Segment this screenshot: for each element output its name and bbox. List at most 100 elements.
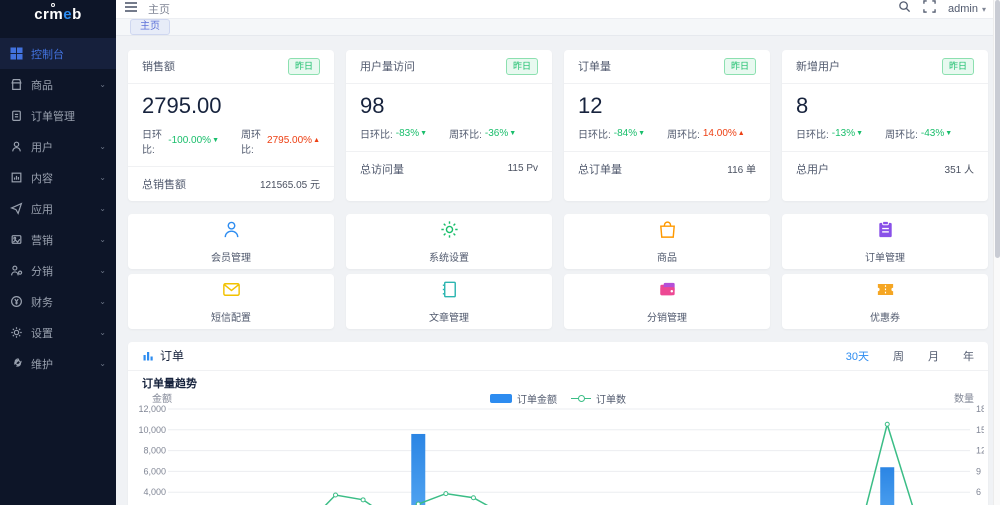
yesterday-badge: 昨日: [287, 58, 320, 75]
svg-text:6: 6: [976, 487, 981, 497]
fullscreen-icon[interactable]: [923, 0, 936, 18]
trend-arrow-icon: ▼: [212, 137, 219, 145]
article-book-icon: [439, 279, 460, 305]
shortcut-member-management[interactable]: 会员管理: [128, 213, 334, 269]
shortcut-system-settings[interactable]: 系统设置: [346, 213, 552, 269]
stat-foot-label: 总订单量: [578, 163, 622, 176]
sidebar-item-distribution[interactable]: 分销 ⌄: [0, 255, 116, 286]
shortcut-goods[interactable]: 商品: [564, 213, 770, 269]
sidebar-item-goods[interactable]: 商品 ⌄: [0, 69, 116, 100]
stat-foot-value: 121565.05 元: [259, 180, 320, 192]
yesterday-badge: 昨日: [505, 58, 538, 75]
chevron-down-icon: ⌄: [99, 142, 106, 151]
chevron-down-icon: ⌄: [99, 266, 106, 275]
sidebar-item-content[interactable]: 内容 ⌄: [0, 162, 116, 193]
shortcut-coupon[interactable]: 优惠券: [782, 273, 988, 329]
svg-text:12: 12: [976, 445, 984, 455]
stat-card-orders: 订单量 昨日 12 日环比: -84% ▼ 周环比: 14.00% ▲ 总订单量 116 单: [564, 50, 770, 201]
shortcut-order-management[interactable]: 订单管理: [782, 213, 988, 269]
member-icon: [221, 219, 242, 245]
svg-text:12,000: 12,000: [138, 405, 166, 414]
order-chart-body: 订单量趋势 金额 订单金额 订单数 数量 12,000 18 10,000 15…: [128, 371, 988, 505]
scrollbar-thumb[interactable]: [995, 0, 1000, 258]
svg-text:6,000: 6,000: [143, 466, 166, 476]
chart-legend: 订单金额 订单数: [490, 391, 626, 406]
sidebar-item-label: 控制台: [31, 48, 64, 61]
stat-title: 新增用户: [796, 61, 840, 74]
stat-card-sales: 销售额 昨日 2795.00 日环比: -100.00% ▼ 周环比: 2795.00%…: [128, 50, 334, 201]
gear-icon: [10, 326, 23, 339]
collapse-menu-icon[interactable]: [124, 0, 138, 18]
scrollbar[interactable]: [993, 0, 1000, 505]
shortcut-label: 订单管理: [865, 252, 905, 264]
chevron-down-icon: ⌄: [99, 204, 106, 213]
shortcut-grid: 会员管理 系统设置 商品 订单管理 短信配置 文章管理 分销管理 优惠券: [128, 213, 988, 329]
stat-card-new-users: 新增用户 昨日 8 日环比: -13% ▼ 周环比: -43% ▼ 总用户 351 人: [782, 50, 988, 201]
sidebar-item-dashboard[interactable]: 控制台: [0, 38, 116, 69]
svg-text:10,000: 10,000: [138, 424, 166, 434]
shortcut-label: 短信配置: [211, 312, 251, 324]
range-tab-month[interactable]: 月: [928, 348, 939, 364]
legend-order-amount[interactable]: 订单金额: [490, 391, 557, 406]
sidebar-item-finance[interactable]: 财务 ⌄: [0, 286, 116, 317]
app-root: cr m e b 控制台 商品 ⌄ 订单管理 用户 ⌄ 内容 ⌄ 应用 ⌄ 营销…: [0, 0, 1000, 505]
app-logo: cr m e b: [0, 0, 116, 28]
sidebar-item-label: 应用: [31, 203, 53, 216]
day-ratio-label: 日环比:: [796, 129, 829, 141]
chevron-down-icon: ⌄: [99, 359, 106, 368]
sidebar-item-label: 维护: [31, 358, 53, 371]
day-ratio-label: 日环比:: [142, 129, 162, 156]
wrench-icon: [10, 357, 23, 370]
svg-text:8,000: 8,000: [143, 445, 166, 455]
search-icon[interactable]: [898, 0, 911, 18]
sidebar-item-label: 用户: [31, 141, 53, 154]
breadcrumb[interactable]: 主页: [148, 1, 170, 17]
trend-arrow-icon: ▼: [856, 129, 864, 137]
day-ratio-value: -83%: [395, 127, 420, 139]
sidebar-item-label: 设置: [31, 327, 53, 340]
username-label: admin: [948, 3, 978, 15]
shortcut-sms-config[interactable]: 短信配置: [128, 273, 334, 329]
sidebar-item-label: 财务: [31, 296, 53, 309]
sidebar-item-marketing[interactable]: 营销 ⌄: [0, 224, 116, 255]
range-tab-week[interactable]: 周: [893, 348, 904, 364]
chevron-down-icon: ⌄: [99, 328, 106, 337]
bar-chart-icon: [142, 350, 160, 362]
sidebar-item-orders[interactable]: 订单管理: [0, 100, 116, 131]
sms-envelope-icon: [221, 279, 242, 305]
dashboard-grid-icon: [10, 47, 23, 60]
shortcut-distribution-management[interactable]: 分销管理: [564, 273, 770, 329]
sidebar-item-users[interactable]: 用户 ⌄: [0, 131, 116, 162]
svg-text:9: 9: [976, 466, 981, 476]
stat-title: 订单量: [578, 61, 611, 74]
chevron-down-icon: ⌄: [99, 235, 106, 244]
trend-arrow-icon: ▼: [638, 129, 646, 137]
day-ratio-value: -84%: [613, 127, 638, 139]
legend-order-count[interactable]: 订单数: [571, 391, 626, 406]
shortcut-article-management[interactable]: 文章管理: [346, 273, 552, 329]
range-tab-30days[interactable]: 30天: [846, 348, 869, 364]
stat-foot-value: 116 单: [727, 165, 756, 177]
yesterday-badge: 昨日: [723, 58, 756, 75]
sidebar-item-maintenance[interactable]: 维护 ⌄: [0, 348, 116, 379]
sidebar-item-settings[interactable]: 设置 ⌄: [0, 317, 116, 348]
week-ratio-value: 2795.00%: [267, 135, 313, 147]
stat-card-visits: 用户量访问 昨日 98 日环比: -83% ▼ 周环比: -36% ▼ 总访问量 115 P…: [346, 50, 552, 201]
order-panel: 订单 30天 周 月 年 订单量趋势 金额 订单金额 订单数 数量 12,000…: [128, 341, 988, 505]
content-chart-icon: [10, 171, 23, 184]
legend-label: 订单金额: [517, 394, 557, 406]
sidebar-item-apps[interactable]: 应用 ⌄: [0, 193, 116, 224]
dashboard-content: 销售额 昨日 2795.00 日环比: -100.00% ▼ 周环比: 2795.00%…: [116, 36, 1000, 505]
user-menu[interactable]: admin ▾: [948, 3, 986, 15]
chart-axis-row: 金额 订单金额 订单数 数量: [128, 391, 988, 406]
money-icon: [10, 295, 23, 308]
logo-text: b: [72, 5, 82, 23]
trend-arrow-icon: ▼: [420, 129, 428, 137]
stat-title: 销售额: [142, 61, 175, 74]
range-tab-year[interactable]: 年: [963, 348, 974, 364]
tab-home[interactable]: 主页: [130, 19, 170, 35]
shortcut-label: 系统设置: [429, 252, 469, 264]
clipboard-icon: [10, 109, 23, 122]
yesterday-badge: 昨日: [941, 58, 974, 75]
svg-text:15: 15: [976, 424, 984, 434]
